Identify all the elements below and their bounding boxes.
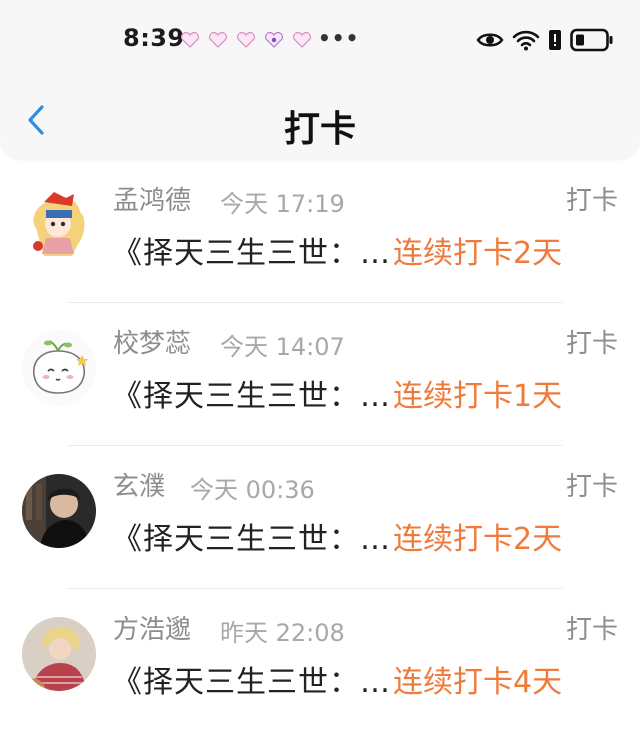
heart-icon: [180, 32, 200, 48]
timestamp: 今天 17:19: [220, 190, 345, 218]
action-label: 打卡: [565, 615, 618, 645]
avatar-image: [22, 188, 96, 262]
heart-icon: [236, 32, 256, 48]
book-title: 《择天三生三世：…: [112, 665, 391, 700]
system-icons: [476, 28, 614, 52]
streak-count: 连续打卡2天: [393, 522, 563, 557]
list-item[interactable]: 玄濮 今天 00:36 打卡 《择天三生三世：… 连续打卡2天: [0, 446, 640, 589]
checkin-summary: 《择天三生三世：… 连续打卡2天: [112, 516, 620, 557]
avatar[interactable]: [22, 474, 96, 548]
timestamp: 今天 14:07: [220, 333, 345, 361]
book-title: 《择天三生三世：…: [112, 522, 391, 557]
avatar-image: [22, 617, 96, 691]
book-title: 《择天三生三世：…: [112, 236, 391, 271]
checkin-summary: 《择天三生三世：… 连续打卡2天: [112, 230, 620, 271]
status-bar: 8:39 •••: [0, 0, 640, 80]
notification-hearts: [180, 32, 312, 48]
list-item[interactable]: 校梦蕊 今天 14:07 打卡 《择天三生三世：… 连续打卡1天: [0, 303, 640, 446]
alert-icon: [549, 30, 561, 50]
user-name: 玄濮: [113, 472, 166, 502]
action-label: 打卡: [565, 472, 618, 502]
user-name: 孟鸿德: [113, 186, 192, 216]
streak-count: 连续打卡1天: [393, 379, 563, 414]
checkin-summary: 《择天三生三世：… 连续打卡1天: [112, 373, 620, 414]
avatar[interactable]: [22, 617, 96, 691]
wifi-icon: [512, 30, 540, 51]
book-title: 《择天三生三世：…: [112, 379, 391, 414]
list-item[interactable]: 方浩邈 昨天 22:08 打卡 《择天三生三世：… 连续打卡4天: [0, 589, 640, 732]
more-notifications-dots: •••: [318, 26, 360, 50]
action-label: 打卡: [565, 329, 618, 359]
streak-count: 连续打卡4天: [393, 665, 563, 700]
checkin-list: 孟鸿德 今天 17:19 打卡 《择天三生三世：… 连续打卡2天 校梦蕊 今天 …: [0, 160, 640, 732]
timestamp: 昨天 22:08: [220, 619, 345, 647]
heart-icon: [208, 32, 228, 48]
user-name: 方浩邈: [113, 615, 192, 645]
avatar-image: [22, 331, 96, 405]
user-name: 校梦蕊: [113, 329, 192, 359]
eye-icon: [476, 33, 504, 47]
list-item[interactable]: 孟鸿德 今天 17:19 打卡 《择天三生三世：… 连续打卡2天: [0, 160, 640, 303]
streak-count: 连续打卡2天: [393, 236, 563, 271]
battery-icon: [570, 28, 613, 52]
checkin-summary: 《择天三生三世：… 连续打卡4天: [112, 659, 620, 700]
heart-icon: [264, 32, 284, 48]
avatar[interactable]: [22, 331, 96, 405]
avatar[interactable]: [22, 188, 96, 262]
status-time: 8:39: [123, 24, 185, 52]
action-label: 打卡: [565, 186, 618, 216]
navigation-bar: 打卡: [0, 80, 640, 158]
timestamp: 今天 00:36: [190, 476, 315, 504]
page-title: 打卡: [283, 109, 356, 150]
avatar-image: [22, 474, 96, 548]
heart-icon: [292, 32, 312, 48]
